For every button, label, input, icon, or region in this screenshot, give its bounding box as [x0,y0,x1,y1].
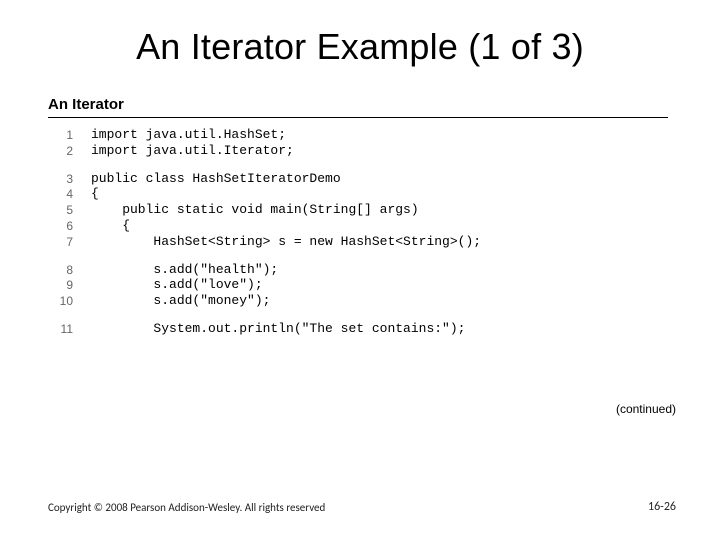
line-number: 11 [48,322,91,338]
line-code: import java.util.Iterator; [91,144,481,160]
line-number: 7 [48,235,91,251]
line-code: s.add("health"); [91,263,481,279]
copyright-text: Copyright © 2008 Pearson Addison-Wesley.… [48,501,325,514]
line-code: s.add("money"); [91,294,481,310]
code-listing: 1import java.util.HashSet;2import java.u… [48,128,481,338]
slide-title: An Iterator Example (1 of 3) [0,0,720,68]
code-line [48,251,481,263]
code-line: 1import java.util.HashSet; [48,128,481,144]
line-code: { [91,219,481,235]
slide: An Iterator Example (1 of 3) An Iterator… [0,0,720,540]
line-code: s.add("love"); [91,278,481,294]
line-number: 6 [48,219,91,235]
code-line: 8 s.add("health"); [48,263,481,279]
code-line: 3public class HashSetIteratorDemo [48,172,481,188]
line-code: public static void main(String[] args) [91,203,481,219]
code-line: 6 { [48,219,481,235]
line-number: 3 [48,172,91,188]
line-number: 4 [48,187,91,203]
divider [48,117,668,118]
code-line: 4{ [48,187,481,203]
line-code: import java.util.HashSet; [91,128,481,144]
line-code: { [91,187,481,203]
code-line: 5 public static void main(String[] args) [48,203,481,219]
code-line: 10 s.add("money"); [48,294,481,310]
code-line: 2import java.util.Iterator; [48,144,481,160]
code-display: An Iterator 1import java.util.HashSet;2i… [48,96,678,338]
page-number: 16-26 [648,500,676,514]
line-number: 1 [48,128,91,144]
code-line [48,160,481,172]
line-code: HashSet<String> s = new HashSet<String>(… [91,235,481,251]
line-number: 2 [48,144,91,160]
display-heading: An Iterator [48,96,678,113]
line-number: 10 [48,294,91,310]
code-line: 9 s.add("love"); [48,278,481,294]
line-number: 8 [48,263,91,279]
continued-label: (continued) [616,402,676,416]
code-line: 7 HashSet<String> s = new HashSet<String… [48,235,481,251]
line-code: System.out.println("The set contains:"); [91,322,481,338]
line-code: public class HashSetIteratorDemo [91,172,481,188]
code-line: 11 System.out.println("The set contains:… [48,322,481,338]
line-number: 5 [48,203,91,219]
line-number: 9 [48,278,91,294]
